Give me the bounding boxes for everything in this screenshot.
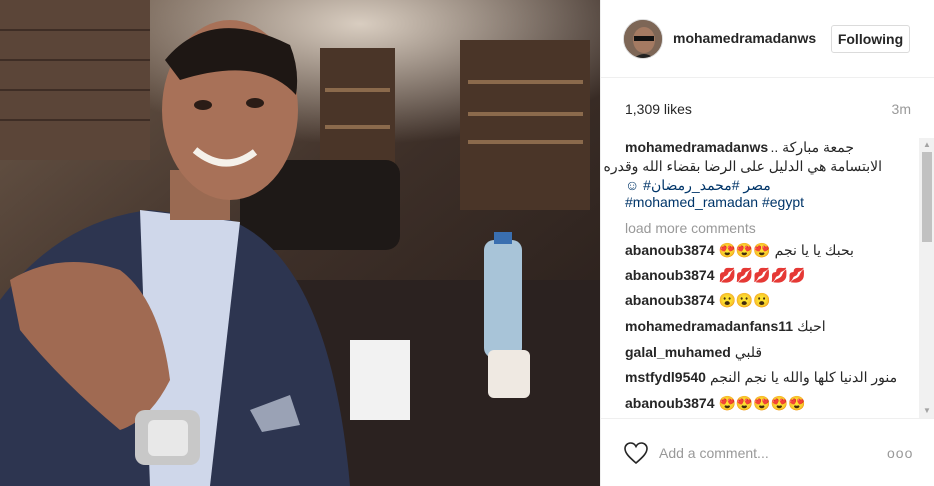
- scroll-down-arrow-icon[interactable]: ▼: [919, 404, 934, 418]
- selfie-image: [0, 0, 600, 486]
- caption-hashtags-arabic[interactable]: ☺ #مصر #محمد_رمضان: [625, 177, 825, 194]
- post-stats: 1,309 likes 3m: [601, 78, 934, 138]
- add-comment-input[interactable]: [659, 443, 869, 463]
- following-button[interactable]: Following: [831, 25, 910, 53]
- comment-item: abanoub3874 💋💋💋💋💋: [625, 267, 806, 287]
- comment-item: mstfydl9540 منور الدنيا كلها والله يا نجم…: [625, 369, 897, 389]
- load-more-comments-link[interactable]: load more comments: [625, 220, 756, 236]
- comment-username[interactable]: abanoub3874: [625, 267, 714, 283]
- comment-username[interactable]: abanoub3874: [625, 395, 714, 411]
- comments-list: mohamedramadanws جمعة مباركة .. الابتسام…: [601, 138, 934, 418]
- comment-item: abanoub3874 😍😍😍😍😍: [625, 395, 806, 415]
- comment-username[interactable]: abanoub3874: [625, 292, 714, 308]
- comment-text: 😮😮😮: [718, 292, 771, 308]
- more-options-icon[interactable]: ooo: [887, 443, 913, 463]
- username-link[interactable]: mohamedramadanws: [673, 30, 816, 46]
- profile-picture-icon: [624, 20, 662, 58]
- comment-item: galal_muhamed قلبي: [625, 344, 762, 364]
- comment-text: منور الدنيا كلها والله يا نجم النجم: [709, 369, 898, 385]
- post-timestamp[interactable]: 3m: [892, 101, 911, 117]
- comment-text: 💋💋💋💋💋: [718, 267, 806, 283]
- comment-text: احبك: [797, 318, 826, 334]
- avatar[interactable]: [623, 19, 663, 59]
- comment-username[interactable]: mstfydl9540: [625, 369, 706, 385]
- comment-item: abanoub3874 😍😍😍 بحبك يا يا نجم: [625, 242, 854, 262]
- comment-item: abanoub3874 😮😮😮: [625, 292, 771, 312]
- likes-count[interactable]: 1,309 likes: [625, 101, 692, 117]
- caption-line-1: جمعة مباركة ..: [770, 139, 855, 155]
- heart-icon[interactable]: [623, 441, 649, 465]
- comment-username[interactable]: abanoub3874: [625, 242, 714, 258]
- post-photo[interactable]: [0, 0, 600, 486]
- comment-text: 😍😍😍😍😍: [718, 395, 806, 411]
- comment-text: قلبي: [734, 344, 763, 360]
- scrollbar-thumb[interactable]: [922, 152, 932, 242]
- post-sidebar: mohamedramadanws Following 1,309 likes 3…: [600, 0, 934, 486]
- caption-line-2: الابتسامة هي الدليل على الرضا بقضاء الله…: [601, 158, 882, 174]
- post-header: mohamedramadanws Following: [601, 0, 934, 78]
- comments-scrollbar[interactable]: ▲ ▼: [919, 138, 934, 418]
- comment-item: mohamedramadanfans11 احبك: [625, 318, 826, 338]
- instagram-post: mohamedramadanws Following 1,309 likes 3…: [0, 0, 934, 486]
- caption-username[interactable]: mohamedramadanws: [625, 139, 768, 155]
- comment-footer: ooo: [601, 418, 934, 486]
- caption-hashtags[interactable]: #mohamed_ramadan #egypt: [625, 194, 804, 210]
- scroll-up-arrow-icon[interactable]: ▲: [919, 138, 934, 152]
- comment-username[interactable]: mohamedramadanfans11: [625, 318, 793, 334]
- comment-username[interactable]: galal_muhamed: [625, 344, 731, 360]
- comment-text: 😍😍😍 بحبك يا يا نجم: [718, 242, 854, 258]
